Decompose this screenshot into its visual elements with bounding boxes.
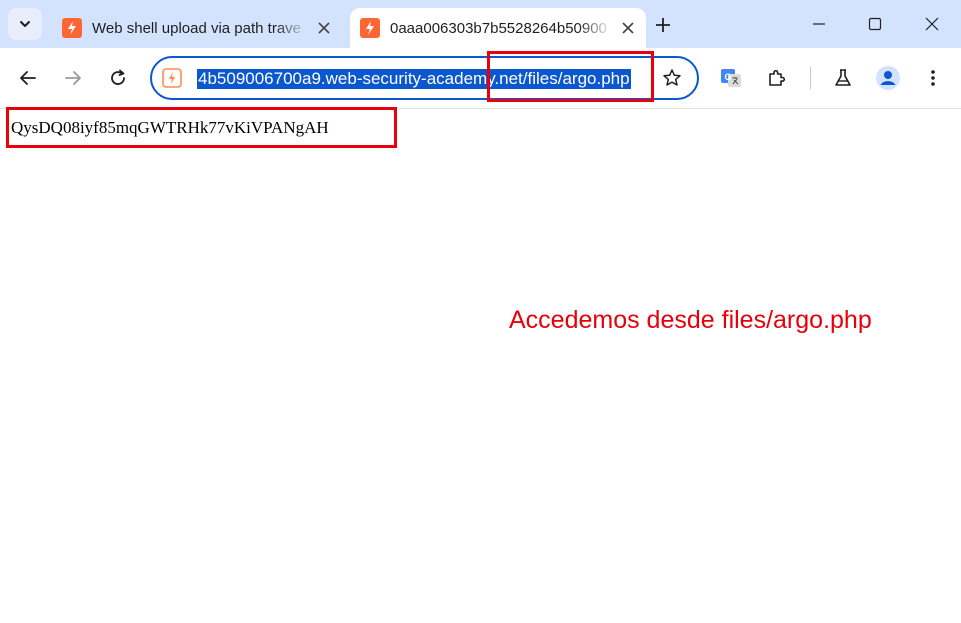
- plus-icon: [656, 18, 670, 32]
- tab-title: 0aaa006303b7b5528264b50900: [390, 19, 607, 37]
- extensions-button[interactable]: [760, 61, 794, 95]
- profile-button[interactable]: [871, 61, 905, 95]
- page-content-text: QysDQ08iyf85mqGWTRHk77vKiVPANgAH: [11, 118, 329, 137]
- close-icon: [925, 17, 939, 31]
- arrow-left-icon: [20, 71, 36, 85]
- portswigger-icon: [360, 18, 380, 38]
- maximize-icon: [868, 17, 882, 31]
- labs-button[interactable]: [826, 61, 860, 95]
- puzzle-icon: [769, 69, 786, 86]
- forward-button[interactable]: [56, 61, 90, 95]
- browser-toolbar: 4b509006700a9.web-security-academy.net/f…: [0, 48, 961, 109]
- arrow-right-icon: [65, 71, 81, 85]
- close-tab-icon[interactable]: [618, 18, 638, 38]
- tab-search-button[interactable]: [8, 8, 42, 40]
- bookmark-star-icon[interactable]: [657, 63, 687, 93]
- chevron-down-icon: [20, 21, 30, 27]
- new-tab-button[interactable]: [650, 12, 676, 38]
- translate-button[interactable]: G: [714, 61, 748, 95]
- google-translate-icon: G: [721, 69, 741, 87]
- reload-button[interactable]: [101, 61, 135, 95]
- close-tab-icon[interactable]: [314, 18, 334, 38]
- tab-argo-php[interactable]: 0aaa006303b7b5528264b50900: [350, 8, 646, 48]
- url-text[interactable]: 4b509006700a9.web-security-academy.net/f…: [197, 69, 631, 89]
- menu-button[interactable]: [916, 61, 950, 95]
- portswigger-icon: [62, 18, 82, 38]
- maximize-button[interactable]: [851, 0, 899, 48]
- tab-strip: Web shell upload via path trave 0aaa0063…: [0, 0, 961, 48]
- more-vert-icon: [931, 70, 935, 86]
- reload-icon: [111, 69, 125, 85]
- site-info-icon[interactable]: [162, 68, 182, 88]
- back-button[interactable]: [11, 61, 45, 95]
- address-bar[interactable]: 4b509006700a9.web-security-academy.net/f…: [150, 56, 699, 100]
- avatar-icon: [876, 66, 900, 90]
- toolbar-divider: [810, 67, 811, 89]
- minimize-icon: [813, 23, 825, 25]
- tab-title: Web shell upload via path trave: [92, 19, 302, 37]
- flask-icon: [835, 69, 851, 86]
- minimize-button[interactable]: [795, 0, 843, 48]
- tab-web-shell-upload[interactable]: Web shell upload via path trave: [52, 8, 342, 48]
- annotation-text: Accedemos desde files/argo.php: [509, 306, 872, 334]
- svg-text:G: G: [724, 72, 731, 82]
- close-window-button[interactable]: [908, 0, 956, 48]
